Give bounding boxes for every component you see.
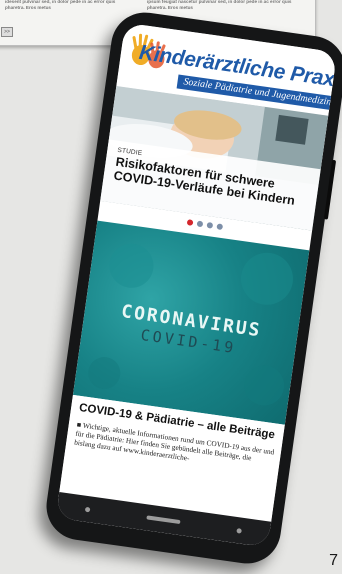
slider-dot-4[interactable] [216,223,224,231]
background-next-button: >> [1,27,13,37]
slider-dot-2[interactable] [196,220,204,228]
coronavirus-banner[interactable]: CORONAVIRUS COVID-19 [72,220,310,425]
slider-dot-1[interactable] [186,219,194,226]
smartphone: Kinderärztliche Praxis Soziale Pädiatrie… [42,8,342,568]
background-text-right: ipsum feugiat nascetur pulvinar sed, in … [147,0,292,11]
page-number: 7 [329,552,338,569]
nav-back-icon[interactable] [85,506,91,512]
nav-home-icon[interactable] [146,515,181,525]
slide-title[interactable]: Risikofaktoren für schwere COVID-19-Verl… [113,155,311,210]
slider-dot-3[interactable] [206,221,214,229]
phone-screen: Kinderärztliche Praxis Soziale Pädiatrie… [55,22,338,548]
nav-recent-icon[interactable] [236,527,242,534]
